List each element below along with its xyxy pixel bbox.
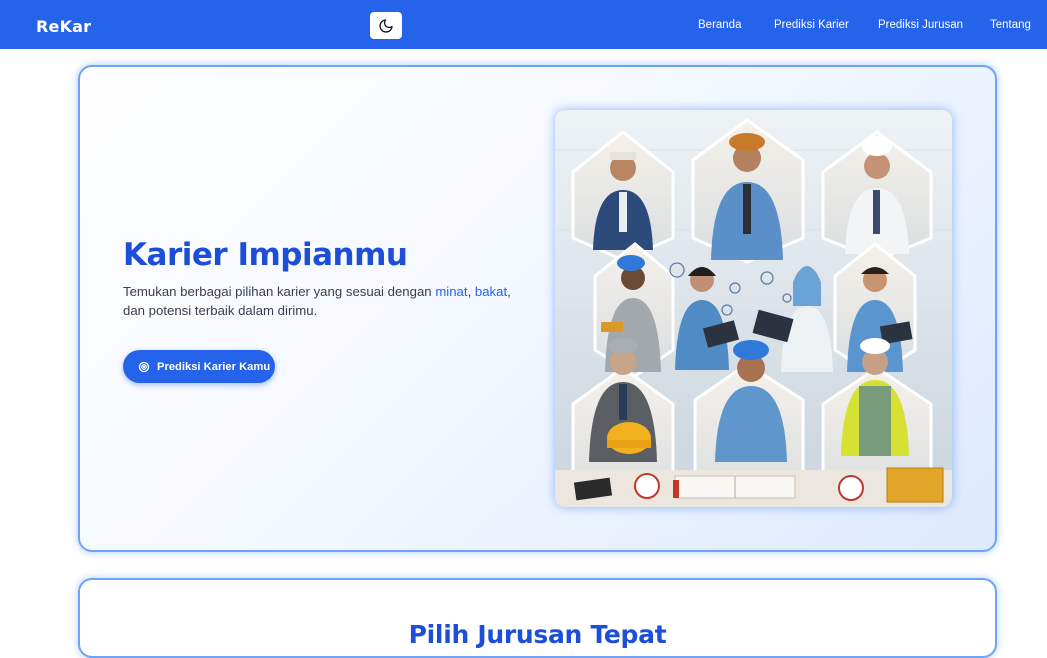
career-illustration [555,110,952,507]
hero-title: Karier Impianmu [123,237,408,273]
navbar: ReKar Beranda Prediksi Karier Prediksi J… [0,0,1047,49]
nav-link-prediksi-karier[interactable]: Prediksi Karier [774,19,849,31]
hero-description: Temukan berbagai pilihan karier yang ses… [123,282,523,320]
career-illustration-image [555,110,952,507]
theme-toggle-button[interactable] [370,12,402,39]
target-icon [138,361,150,372]
hero-card: Karier Impianmu Temukan berbagai pilihan… [78,65,997,552]
predict-career-label: Prediksi Karier Kamu [157,360,271,373]
nav-link-beranda[interactable]: Beranda [698,19,741,31]
highlight-bakat: bakat [474,284,508,299]
hero-desc-text: Temukan berbagai pilihan karier yang ses… [123,284,436,299]
hero-desc-sep: , [467,284,475,299]
predict-career-button[interactable]: Prediksi Karier Kamu [123,350,275,383]
nav-link-prediksi-jurusan[interactable]: Prediksi Jurusan [878,19,963,31]
nav-link-tentang[interactable]: Tentang [990,19,1031,31]
major-section-title: Pilih Jurusan Tepat [408,620,667,649]
major-section-card: Pilih Jurusan Tepat [78,578,997,658]
moon-icon [379,18,393,33]
brand-logo[interactable]: ReKar [36,17,91,36]
highlight-minat: minat [435,284,468,299]
